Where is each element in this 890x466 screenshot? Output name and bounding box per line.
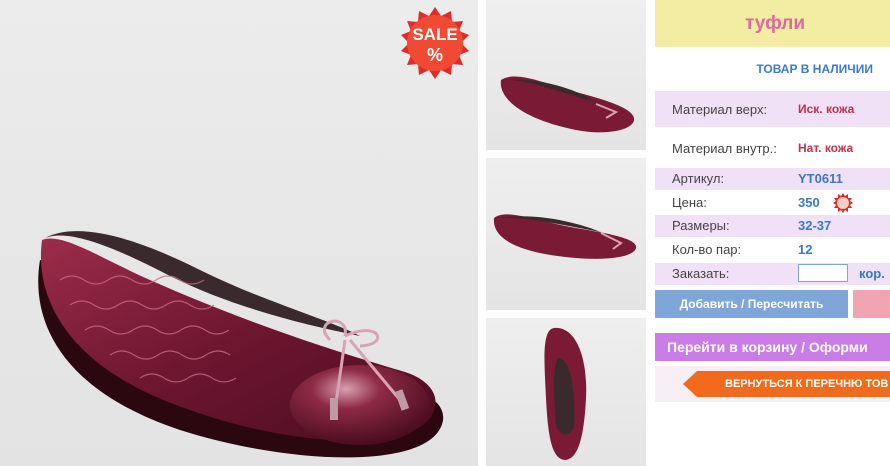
thumbnail-1[interactable] (486, 0, 646, 150)
spec-label: Цена: (672, 195, 707, 210)
spec-value: YT0611 (798, 171, 843, 186)
sale-badge-text: SALE (412, 25, 457, 44)
order-unit: кор. (859, 266, 885, 281)
spec-row-order: Заказать: кор. (655, 263, 890, 285)
spec-value: 32-37 (798, 218, 832, 233)
stock-status: ТОВАР В НАЛИЧИИ (756, 62, 873, 76)
spec-row-sku: Артикул: YT0611 (655, 168, 890, 190)
spec-label: Заказать: (672, 266, 730, 281)
back-to-list-label: ВЕРНУТЬСЯ К ПЕРЕЧНЮ ТОВ (725, 378, 889, 390)
spec-row-material-upper: Материал верх: Иск. кожа (655, 91, 890, 127)
shoe-thumb-2 (493, 214, 637, 259)
spec-row-sizes: Размеры: 32-37 (655, 215, 890, 237)
shoe-thumb-3 (544, 327, 587, 460)
spec-label: Размеры: (672, 218, 730, 233)
back-to-list-button[interactable]: ВЕРНУТЬСЯ К ПЕРЕЧНЮ ТОВ (683, 371, 890, 397)
spec-value: Нат. кожа (798, 141, 854, 155)
shoe-thumb-1 (500, 76, 635, 133)
sale-badge-percent: % (427, 45, 443, 65)
secondary-action-button[interactable] (853, 290, 890, 318)
spec-label: Материал верх: (672, 102, 768, 117)
spec-value: Иск. кожа (798, 102, 855, 116)
thumbnail-3[interactable] (486, 318, 646, 466)
small-sale-icon (833, 193, 853, 213)
spec-label: Артикул: (672, 171, 725, 186)
product-title: туфли (655, 0, 890, 47)
spec-value: 12 (798, 242, 813, 257)
main-product-image[interactable]: SALE % (0, 0, 478, 466)
sale-badge-icon: SALE % (401, 7, 469, 79)
spec-value: 350 (798, 195, 820, 210)
spec-label: Кол-во пар: (672, 242, 742, 257)
spec-row-pairs: Кол-во пар: 12 (655, 239, 890, 261)
spec-row-price: Цена: 350 (655, 192, 890, 214)
go-to-cart-button[interactable]: Перейти в корзину / Оформи (655, 333, 890, 361)
thumbnail-2[interactable] (486, 158, 646, 310)
order-quantity-input[interactable] (798, 264, 848, 282)
spec-label: Материал внутр.: (672, 141, 777, 156)
spec-row-material-inner: Материал внутр.: Нат. кожа (655, 130, 890, 166)
add-recalculate-button[interactable]: Добавить / Пересчитать (655, 290, 848, 318)
